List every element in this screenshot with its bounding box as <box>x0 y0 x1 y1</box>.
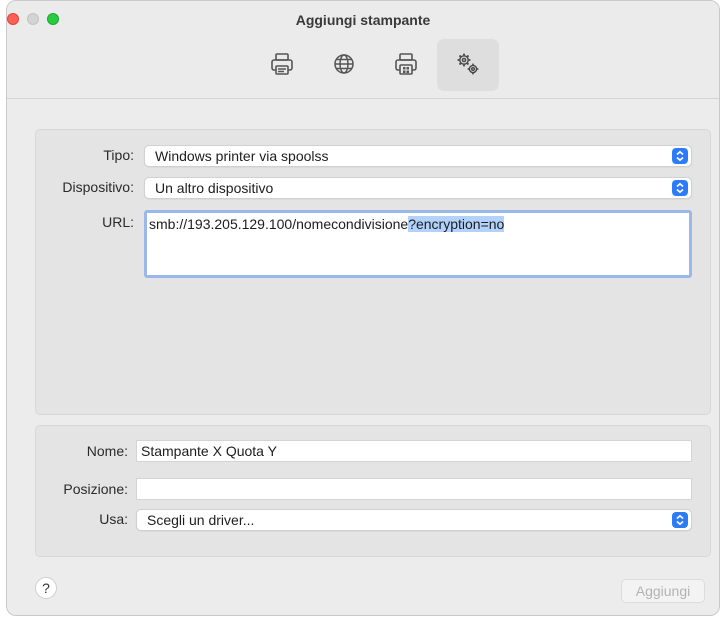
device-popup-value: Un altro dispositivo <box>155 180 274 196</box>
type-popup[interactable]: Windows printer via spoolss <box>144 145 692 167</box>
chevron-updown-icon <box>672 512 688 528</box>
add-button[interactable]: Aggiungi <box>621 579 705 603</box>
driver-popup[interactable]: Scegli un driver... <box>136 509 692 531</box>
add-printer-window: Aggiungi stampante Tipo: Windows printer… <box>6 0 720 616</box>
driver-popup-value: Scegli un driver... <box>147 512 255 528</box>
titlebar: Aggiungi stampante <box>7 1 719 99</box>
type-label: Tipo: <box>103 147 134 163</box>
window-title: Aggiungi stampante <box>295 12 431 28</box>
device-label: Dispositivo: <box>62 179 134 195</box>
url-selected-text: ?encryption=no <box>408 216 505 232</box>
chevron-updown-icon <box>672 180 688 196</box>
chevron-updown-icon <box>672 148 688 164</box>
device-popup[interactable]: Un altro dispositivo <box>144 177 692 199</box>
url-text: smb://193.205.129.100/nomecondivisione <box>149 216 409 232</box>
url-field[interactable]: smb://193.205.129.100/nomecondivisione?e… <box>144 210 692 278</box>
toolbar-advanced[interactable] <box>437 39 499 91</box>
use-label: Usa: <box>99 511 128 527</box>
toolbar <box>251 39 499 91</box>
type-popup-value: Windows printer via spoolss <box>155 148 329 164</box>
url-label: URL: <box>102 214 134 230</box>
name-field[interactable]: Stampante X Quota Y <box>136 440 692 462</box>
help-button[interactable]: ? <box>35 577 57 599</box>
toolbar-default-printers[interactable] <box>251 39 313 91</box>
toolbar-ip-printer[interactable] <box>313 39 375 91</box>
location-field[interactable] <box>136 478 692 500</box>
location-label: Posizione: <box>63 481 128 497</box>
name-label: Nome: <box>86 443 128 459</box>
windows-printer-icon <box>393 51 419 80</box>
printer-details-panel: Nome: Stampante X Quota Y Posizione: Usa… <box>35 425 711 557</box>
globe-icon <box>331 51 357 80</box>
printer-icon <box>269 51 295 80</box>
advanced-gears-icon <box>455 51 481 80</box>
connection-panel: Tipo: Windows printer via spoolss Dispos… <box>35 129 711 415</box>
toolbar-windows-printer[interactable] <box>375 39 437 91</box>
